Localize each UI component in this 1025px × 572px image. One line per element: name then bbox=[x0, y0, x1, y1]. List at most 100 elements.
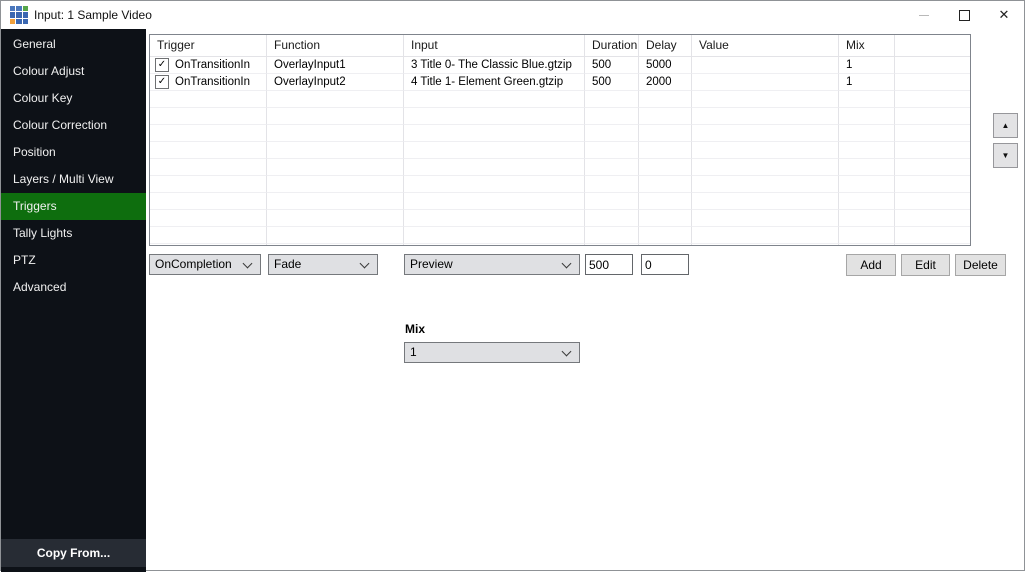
sidebar-item-triggers[interactable]: Triggers bbox=[1, 193, 146, 220]
table-cell bbox=[639, 193, 692, 210]
table-cell bbox=[267, 159, 404, 176]
row-checkbox[interactable]: ✓ bbox=[155, 75, 169, 89]
app-icon-cell bbox=[23, 19, 28, 24]
table-cell bbox=[585, 125, 639, 142]
table-cell bbox=[692, 125, 839, 142]
table-cell: 1 bbox=[839, 57, 895, 74]
trigger-type-dropdown[interactable]: OnCompletion bbox=[149, 254, 261, 275]
table-cell bbox=[150, 91, 267, 108]
table-cell bbox=[692, 108, 839, 125]
sidebar-item-tally-lights[interactable]: Tally Lights bbox=[1, 220, 146, 247]
table-row-empty bbox=[150, 210, 971, 227]
sidebar-item-general[interactable]: General bbox=[1, 31, 146, 58]
mix-label: Mix bbox=[405, 322, 425, 336]
table-cell bbox=[150, 210, 267, 227]
move-up-button[interactable]: ▲ bbox=[993, 113, 1018, 138]
app-icon-cell bbox=[16, 19, 21, 24]
table-cell bbox=[267, 176, 404, 193]
trigger-type-value: OnCompletion bbox=[155, 255, 232, 274]
table-row[interactable]: ✓OnTransitionInOverlayInput24 Title 1- E… bbox=[150, 74, 971, 91]
row-checkbox[interactable]: ✓ bbox=[155, 58, 169, 72]
table-cell bbox=[839, 176, 895, 193]
minimize-button[interactable] bbox=[904, 1, 944, 29]
table-cell: ✓ OnTransitionIn bbox=[150, 57, 267, 74]
table-cell bbox=[404, 176, 585, 193]
maximize-button[interactable] bbox=[944, 1, 984, 29]
delete-button[interactable]: Delete bbox=[955, 254, 1006, 276]
table-cell bbox=[692, 176, 839, 193]
chevron-down-icon bbox=[360, 259, 370, 269]
table-cell bbox=[639, 159, 692, 176]
app-icon-cell bbox=[23, 12, 28, 17]
table-row[interactable]: ✓OnTransitionInOverlayInput13 Title 0- T… bbox=[150, 57, 971, 74]
table-cell bbox=[150, 227, 267, 244]
table-cell bbox=[692, 210, 839, 227]
app-icon-cell bbox=[10, 12, 15, 17]
sidebar-item-colour-adjust[interactable]: Colour Adjust bbox=[1, 58, 146, 85]
app-icon-cell bbox=[10, 6, 15, 11]
table-cell bbox=[639, 125, 692, 142]
table-cell bbox=[692, 193, 839, 210]
delay-field[interactable] bbox=[641, 254, 689, 275]
table-cell bbox=[839, 244, 895, 246]
table-cell bbox=[692, 227, 839, 244]
mix-value: 1 bbox=[410, 343, 417, 362]
table-cell bbox=[895, 227, 971, 244]
sidebar-item-ptz[interactable]: PTZ bbox=[1, 247, 146, 274]
duration-field[interactable] bbox=[585, 254, 633, 275]
column-header-function: Function bbox=[267, 35, 404, 57]
table-cell bbox=[692, 159, 839, 176]
trigger-cell-text: OnTransitionIn bbox=[175, 57, 250, 73]
table-cell bbox=[895, 125, 971, 142]
input-dropdown[interactable]: Preview bbox=[404, 254, 580, 275]
add-button[interactable]: Add bbox=[846, 254, 896, 276]
table-cell bbox=[639, 176, 692, 193]
table-row-empty bbox=[150, 227, 971, 244]
table-cell bbox=[585, 176, 639, 193]
table-cell bbox=[150, 125, 267, 142]
sidebar-nav: GeneralColour AdjustColour KeyColour Cor… bbox=[1, 31, 146, 301]
column-header-mix: Mix bbox=[839, 35, 895, 57]
sidebar-item-position[interactable]: Position bbox=[1, 139, 146, 166]
table-cell bbox=[895, 142, 971, 159]
table-cell bbox=[895, 244, 971, 246]
sidebar-item-colour-key[interactable]: Colour Key bbox=[1, 85, 146, 112]
table-cell bbox=[895, 74, 971, 91]
sidebar-item-layers-multi-view[interactable]: Layers / Multi View bbox=[1, 166, 146, 193]
table-cell bbox=[150, 108, 267, 125]
table-cell: 2000 bbox=[639, 74, 692, 91]
table-row-empty bbox=[150, 193, 971, 210]
table-cell bbox=[895, 176, 971, 193]
chevron-down-icon bbox=[243, 259, 253, 269]
table-cell bbox=[692, 57, 839, 74]
close-button[interactable]: ✕ bbox=[984, 1, 1024, 29]
table-cell bbox=[639, 244, 692, 246]
triggers-table[interactable]: TriggerFunctionInputDurationDelayValueMi… bbox=[149, 34, 971, 246]
copy-from-button[interactable]: Copy From... bbox=[1, 539, 146, 567]
table-row-empty bbox=[150, 159, 971, 176]
table-cell bbox=[839, 91, 895, 108]
table-cell bbox=[404, 227, 585, 244]
function-dropdown[interactable]: Fade bbox=[268, 254, 378, 275]
chevron-down-icon bbox=[562, 347, 572, 357]
sidebar-item-advanced[interactable]: Advanced bbox=[1, 274, 146, 301]
window-title: Input: 1 Sample Video bbox=[34, 1, 152, 29]
table-cell bbox=[585, 91, 639, 108]
table-cell bbox=[839, 142, 895, 159]
table-cell bbox=[585, 142, 639, 159]
app-icon bbox=[10, 6, 28, 24]
table-cell: ✓OnTransitionIn bbox=[150, 74, 267, 91]
table-cell bbox=[692, 142, 839, 159]
table-cell bbox=[895, 210, 971, 227]
table-cell: OverlayInput1 bbox=[267, 57, 404, 74]
table-row-empty bbox=[150, 142, 971, 159]
mix-dropdown[interactable]: 1 bbox=[404, 342, 580, 363]
table-cell bbox=[895, 57, 971, 74]
column-header-input: Input bbox=[404, 35, 585, 57]
table-cell bbox=[267, 108, 404, 125]
table-cell bbox=[267, 244, 404, 246]
move-down-button[interactable]: ▼ bbox=[993, 143, 1018, 168]
sidebar-item-colour-correction[interactable]: Colour Correction bbox=[1, 112, 146, 139]
edit-button[interactable]: Edit bbox=[901, 254, 950, 276]
table-cell bbox=[150, 193, 267, 210]
